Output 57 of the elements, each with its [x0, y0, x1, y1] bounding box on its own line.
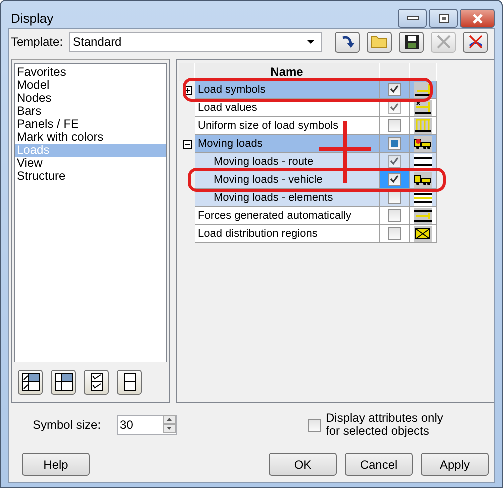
check-all-icon[interactable]	[84, 370, 109, 394]
template-dropdown[interactable]: Standard	[69, 32, 322, 52]
category-item[interactable]: Mark with colors	[15, 131, 166, 144]
checkbox[interactable]	[388, 227, 401, 240]
symbol-size-spinner[interactable]: 30	[117, 415, 178, 435]
tree-item[interactable]: Forces generated automatically	[195, 207, 380, 225]
folder-icon[interactable]	[367, 32, 392, 52]
checkbox[interactable]	[308, 418, 321, 432]
symbol-size-label: Symbol size:	[33, 418, 102, 432]
checkbox[interactable]	[388, 155, 401, 168]
route-lines-icon	[414, 154, 432, 170]
vehicle-icon	[414, 172, 432, 188]
dialog-button[interactable]: Apply	[421, 453, 489, 476]
category-item[interactable]: Model	[15, 79, 166, 92]
minimize-icon	[406, 16, 418, 21]
template-label: Template:	[11, 35, 64, 49]
crossed-symbol-icon[interactable]	[463, 32, 488, 52]
annotation-dot	[416, 139, 421, 144]
dropdown-arrow-icon	[307, 40, 316, 44]
tree-item[interactable]: Load symbols	[195, 81, 380, 99]
vehicle-icon	[414, 136, 432, 152]
checkbox[interactable]	[388, 83, 401, 96]
expander-icon[interactable]	[182, 140, 192, 148]
checkbox[interactable]	[388, 101, 401, 114]
checkbox[interactable]	[388, 119, 401, 132]
checkbox[interactable]	[388, 191, 401, 204]
help-button[interactable]: Help	[22, 453, 90, 476]
category-item[interactable]: Bars	[15, 105, 166, 118]
checkbox[interactable]	[388, 209, 401, 222]
category-item[interactable]: Favorites	[15, 66, 166, 79]
tree-item[interactable]: Moving loads - vehicle	[195, 171, 380, 189]
option-label: Display attributes only for selected objects	[326, 412, 444, 438]
close-button[interactable]	[460, 9, 495, 28]
checkbox[interactable]	[388, 173, 401, 186]
category-item[interactable]: Structure	[15, 170, 166, 183]
spin-arrows-icon	[163, 414, 176, 432]
checkbox[interactable]	[388, 137, 401, 150]
maximize-icon	[438, 14, 448, 23]
expand-all-icon[interactable]	[18, 370, 43, 394]
tree-item[interactable]: Uniform size of load symbols	[195, 117, 380, 135]
uncheck-all-icon[interactable]	[117, 370, 142, 394]
envelope-icon	[414, 226, 432, 242]
close-icon	[472, 14, 484, 24]
category-item[interactable]: View	[15, 157, 166, 170]
category-item[interactable]: Nodes	[15, 92, 166, 105]
collapse-all-icon[interactable]	[51, 370, 76, 394]
window-title: Display	[11, 11, 54, 26]
category-item[interactable]: Panels / FE	[15, 118, 166, 131]
save-icon[interactable]	[399, 32, 424, 52]
tree-item[interactable]: Moving loads	[195, 135, 380, 153]
minimize-button[interactable]	[398, 9, 427, 28]
tree-item[interactable]: Load distribution regions	[195, 225, 380, 243]
dialog-button[interactable]: OK	[269, 453, 337, 476]
forces-icon	[414, 208, 432, 224]
uniform-loads-icon	[414, 118, 432, 134]
dialog-button[interactable]: Cancel	[345, 453, 413, 476]
maximize-button[interactable]	[429, 9, 458, 28]
